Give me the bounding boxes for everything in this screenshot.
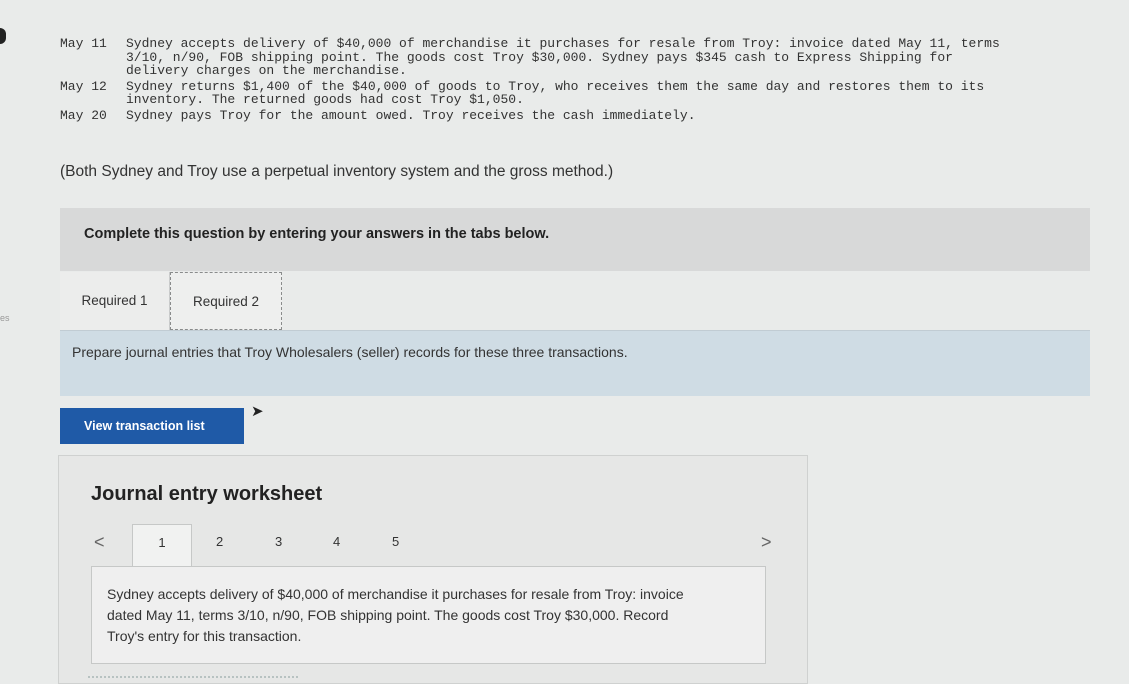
transaction-date: May 20 xyxy=(60,107,107,123)
page-3-tab[interactable]: 3 xyxy=(275,534,282,549)
mouse-cursor-icon: ➤ xyxy=(251,403,264,420)
journal-entry-worksheet: Journal entry worksheet < 1 2 3 4 5 > Sy… xyxy=(58,455,808,684)
worksheet-pagination: < 1 2 3 4 5 > xyxy=(59,524,807,568)
chevron-right-icon[interactable]: > xyxy=(761,532,772,553)
page-2-tab[interactable]: 2 xyxy=(216,534,223,549)
transaction-date: May 12 xyxy=(60,78,107,94)
view-transaction-list-button[interactable]: View transaction list xyxy=(60,408,244,444)
transaction-description-box: Sydney accepts delivery of $40,000 of me… xyxy=(91,566,766,664)
page-4-tab[interactable]: 4 xyxy=(333,534,340,549)
chevron-left-icon[interactable]: < xyxy=(94,532,105,553)
tab-instruction-panel: Prepare journal entries that Troy Wholes… xyxy=(60,330,1090,396)
transaction-description: Sydney accepts delivery of $40,000 of me… xyxy=(107,586,684,644)
edge-text-fragment: es xyxy=(0,313,10,323)
transaction-line: Sydney returns $1,400 of the $40,000 of … xyxy=(126,78,985,94)
transaction-may-12: May 12 Sydney returns $1,400 of the $40,… xyxy=(60,78,1110,107)
page-5-tab[interactable]: 5 xyxy=(392,534,399,549)
cut-off-note xyxy=(88,676,298,684)
tab-instruction-text: Prepare journal entries that Troy Wholes… xyxy=(72,344,628,360)
page-1-tab[interactable]: 1 xyxy=(132,524,192,568)
method-note: (Both Sydney and Troy use a perpetual in… xyxy=(60,163,614,180)
transaction-line: Sydney accepts delivery of $40,000 of me… xyxy=(126,36,1000,51)
edge-mark xyxy=(0,28,6,44)
transaction-may-11: May 11 Sydney accepts delivery of $40,00… xyxy=(60,37,1110,78)
worksheet-title: Journal entry worksheet xyxy=(91,483,323,505)
transaction-line: 3/10, n/90, FOB shipping point. The good… xyxy=(126,49,953,65)
transaction-text: Sydney accepts delivery of $40,000 of me… xyxy=(126,37,1110,78)
transaction-date: May 11 xyxy=(60,36,107,51)
instructions-bar-text: Complete this question by entering your … xyxy=(84,226,550,242)
transaction-line: Sydney pays Troy for the amount owed. Tr… xyxy=(126,107,696,123)
instructions-bar: Complete this question by entering your … xyxy=(60,208,1090,271)
transaction-text: Sydney pays Troy for the amount owed. Tr… xyxy=(126,107,1110,123)
tab-required-1[interactable]: Required 1 xyxy=(60,272,170,330)
transaction-line: delivery charges on the merchandise. xyxy=(126,63,407,78)
transaction-may-20: May 20 Sydney pays Troy for the amount o… xyxy=(60,107,1110,123)
problem-transactions: May 11 Sydney accepts delivery of $40,00… xyxy=(60,37,1110,122)
tab-required-2[interactable]: Required 2 xyxy=(170,272,282,330)
transaction-line: inventory. The returned goods had cost T… xyxy=(126,92,524,107)
transaction-text: Sydney returns $1,400 of the $40,000 of … xyxy=(126,78,1110,107)
